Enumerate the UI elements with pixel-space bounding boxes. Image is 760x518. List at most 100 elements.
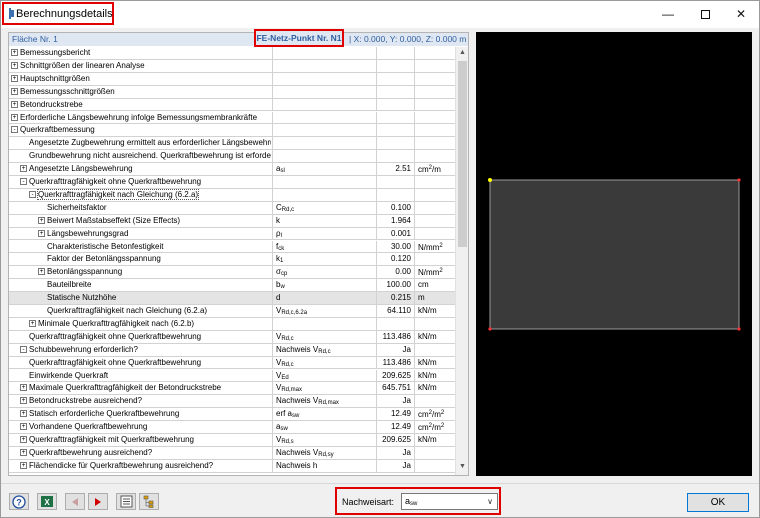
row-label-cell: + Querkraftbewehrung ausreichend? bbox=[9, 447, 271, 460]
scroll-thumb[interactable] bbox=[458, 61, 467, 247]
previous-button[interactable] bbox=[65, 493, 85, 510]
collapse-icon[interactable]: - bbox=[20, 178, 27, 185]
table-row[interactable]: + Betondruckstrebe ausreichend? Nachweis V… bbox=[9, 395, 455, 409]
row-unit: cm2/m2 bbox=[414, 408, 455, 422]
row-label: Querkrafttragfähigkeit nach Gleichung (6… bbox=[36, 188, 200, 200]
ok-button[interactable]: OK bbox=[687, 493, 749, 512]
table-row[interactable]: Faktor der Betonlängsspannung k1 0.120 bbox=[9, 253, 455, 267]
row-label-cell: - Querkrafttragfähigkeit ohne Querkraftbe… bbox=[9, 176, 271, 189]
expand-icon[interactable]: + bbox=[11, 100, 18, 108]
table-row[interactable]: + Angesetzte Längsbewehrung asl 2.51 cm2/m bbox=[9, 163, 455, 176]
expand-icon[interactable]: + bbox=[20, 461, 27, 469]
minimize-button[interactable]: — bbox=[650, 1, 686, 27]
table-row[interactable]: + Schnittgrößen der linearen Analyse bbox=[9, 59, 455, 73]
row-label: Statische Nutzhöhe bbox=[47, 293, 117, 303]
graphic-view[interactable] bbox=[476, 32, 752, 476]
app-icon bbox=[9, 8, 14, 19]
table-row[interactable]: + Hauptschnittgrößen bbox=[9, 72, 455, 86]
table-row[interactable]: - Querkrafttragfähigkeit ohne Querkraftbe… bbox=[9, 176, 455, 189]
expand-icon[interactable]: + bbox=[20, 410, 27, 418]
row-unit: N/mm2 bbox=[414, 266, 455, 280]
svg-text:X: X bbox=[44, 498, 50, 507]
expand-icon[interactable]: + bbox=[20, 165, 27, 173]
table-row[interactable]: + Maximale Querkrafttragfähigkeit der Bet… bbox=[9, 382, 455, 396]
table-row[interactable]: Querkrafttragfähigkeit ohne Querkraftbew… bbox=[9, 356, 455, 370]
row-label-cell: Querkrafttragfähigkeit nach Gleichung (6… bbox=[9, 305, 271, 318]
table-row[interactable]: Statische Nutzhöhe d 0.215 m bbox=[9, 292, 455, 305]
expand-icon[interactable]: + bbox=[11, 61, 18, 69]
node-n3 bbox=[488, 327, 492, 331]
expand-icon[interactable]: + bbox=[11, 49, 18, 56]
collapse-icon[interactable]: - bbox=[29, 190, 36, 198]
expand-icon[interactable]: + bbox=[20, 423, 27, 431]
expand-icon[interactable]: + bbox=[20, 384, 27, 392]
table-row[interactable]: + Betondruckstrebe bbox=[9, 98, 455, 112]
table-row[interactable]: + Beiwert Maßstabseffekt (Size Effects) k 1… bbox=[9, 214, 455, 228]
row-label: Angesetzte Längsbewehrung bbox=[29, 164, 133, 174]
vertical-scrollbar[interactable]: ▲ ▼ bbox=[455, 47, 468, 475]
expand-icon[interactable]: + bbox=[38, 268, 45, 276]
row-label-cell: + Angesetzte Längsbewehrung bbox=[9, 163, 271, 176]
excel-export-button[interactable]: X bbox=[37, 493, 57, 510]
expand-icon[interactable]: + bbox=[20, 436, 27, 443]
table-row[interactable]: Querkrafttragfähigkeit nach Gleichung (6… bbox=[9, 305, 455, 318]
row-unit bbox=[414, 85, 455, 99]
collapse-icon[interactable]: - bbox=[11, 126, 18, 134]
table-row[interactable]: + Querkraftbewehrung ausreichend? Nachweis… bbox=[9, 446, 455, 460]
table-row[interactable]: + Statisch erforderliche Querkraftbewehru… bbox=[9, 408, 455, 422]
table-row[interactable]: + Längsbewehrungsgrad ρl 0.001 bbox=[9, 227, 455, 241]
table-row[interactable]: + Minimale Querkrafttragfähigkeit nach (6… bbox=[9, 317, 455, 331]
list-button[interactable] bbox=[116, 493, 136, 510]
row-symbol bbox=[272, 72, 375, 86]
table-row[interactable]: + Querkrafttragfähigkeit mit Querkraftbew… bbox=[9, 434, 455, 447]
table-row[interactable]: - Querkrafttragfähigkeit nach Gleichung (… bbox=[9, 188, 455, 202]
table-row[interactable]: Bauteilbreite bw 100.00 cm bbox=[9, 279, 455, 293]
scroll-up-icon[interactable]: ▲ bbox=[456, 47, 469, 59]
next-button[interactable] bbox=[88, 493, 108, 510]
row-symbol: Nachweis VRd,c bbox=[272, 343, 375, 357]
row-unit bbox=[414, 111, 455, 125]
row-symbol: bw bbox=[272, 279, 375, 293]
table-row[interactable]: + Betonlängsspannung σcp 0.00 N/mm2 bbox=[9, 266, 455, 280]
row-value: 0.001 bbox=[376, 227, 413, 241]
table-row[interactable]: + Bemessungsbericht bbox=[9, 47, 455, 60]
row-label-cell: Charakteristische Betonfestigkeit bbox=[9, 241, 271, 254]
row-label-cell: Faktor der Betonlängsspannung bbox=[9, 253, 271, 266]
row-label: Minimale Querkrafttragfähigkeit nach (6.… bbox=[38, 318, 195, 328]
expand-icon[interactable]: + bbox=[11, 113, 18, 121]
expand-icon[interactable]: + bbox=[38, 216, 45, 224]
expand-icon[interactable]: + bbox=[38, 229, 45, 237]
table-row[interactable]: + Flächendicke für Querkraftbewehrung aus… bbox=[9, 459, 455, 473]
table-row[interactable]: - Querkraftbemessung bbox=[9, 124, 455, 138]
row-symbol: erf asw bbox=[272, 408, 375, 422]
table-row[interactable]: Sicherheitsfaktor CRd,c 0.100 bbox=[9, 201, 455, 215]
help-button[interactable]: ? bbox=[9, 493, 29, 510]
table-row[interactable]: + Vorhandene Querkraftbewehrung asw 12.49 cm… bbox=[9, 421, 455, 434]
close-button[interactable]: ✕ bbox=[723, 1, 759, 27]
expand-icon[interactable]: + bbox=[20, 397, 27, 405]
row-label: Bemessungsbericht bbox=[20, 48, 91, 57]
table-row[interactable]: Einwirkende Querkraft VEd 209.625 kN/m bbox=[9, 369, 455, 383]
expand-icon[interactable]: + bbox=[11, 74, 18, 82]
scroll-down-icon[interactable]: ▼ bbox=[456, 461, 469, 473]
expand-icon[interactable]: + bbox=[11, 87, 18, 95]
collapse-icon[interactable]: - bbox=[20, 345, 27, 353]
row-symbol bbox=[272, 188, 375, 202]
table-row[interactable]: Charakteristische Betonfestigkeit fck 30.0… bbox=[9, 240, 455, 254]
row-value bbox=[376, 188, 413, 202]
tree-button[interactable] bbox=[139, 493, 159, 510]
table-row[interactable]: - Schubbewehrung erforderlich? Nachweis VR… bbox=[9, 343, 455, 357]
table-row[interactable]: + Bemessungsschnittgrößen bbox=[9, 85, 455, 99]
row-label: Querkrafttragfähigkeit mit Querkraftbewe… bbox=[29, 435, 194, 444]
nachweisart-select[interactable]: asw ∨ bbox=[401, 493, 498, 510]
table-row[interactable]: Grundbewehrung nicht ausreichend. Querkr… bbox=[9, 150, 455, 164]
row-label: Maximale Querkrafttragfähigkeit der Beto… bbox=[29, 383, 222, 393]
expand-icon[interactable]: + bbox=[20, 448, 27, 456]
table-row[interactable]: Angesetzte Zugbewehrung ermittelt aus er… bbox=[9, 137, 455, 151]
table-row[interactable]: Querkrafttragfähigkeit ohne Querkraftbew… bbox=[9, 330, 455, 344]
expand-icon[interactable]: + bbox=[29, 319, 36, 327]
row-unit: kN/m bbox=[414, 434, 455, 447]
maximize-button[interactable] bbox=[687, 1, 723, 27]
minimize-icon: — bbox=[662, 7, 674, 21]
table-row[interactable]: + Erforderliche Längsbewehrung infolge Be… bbox=[9, 111, 455, 125]
